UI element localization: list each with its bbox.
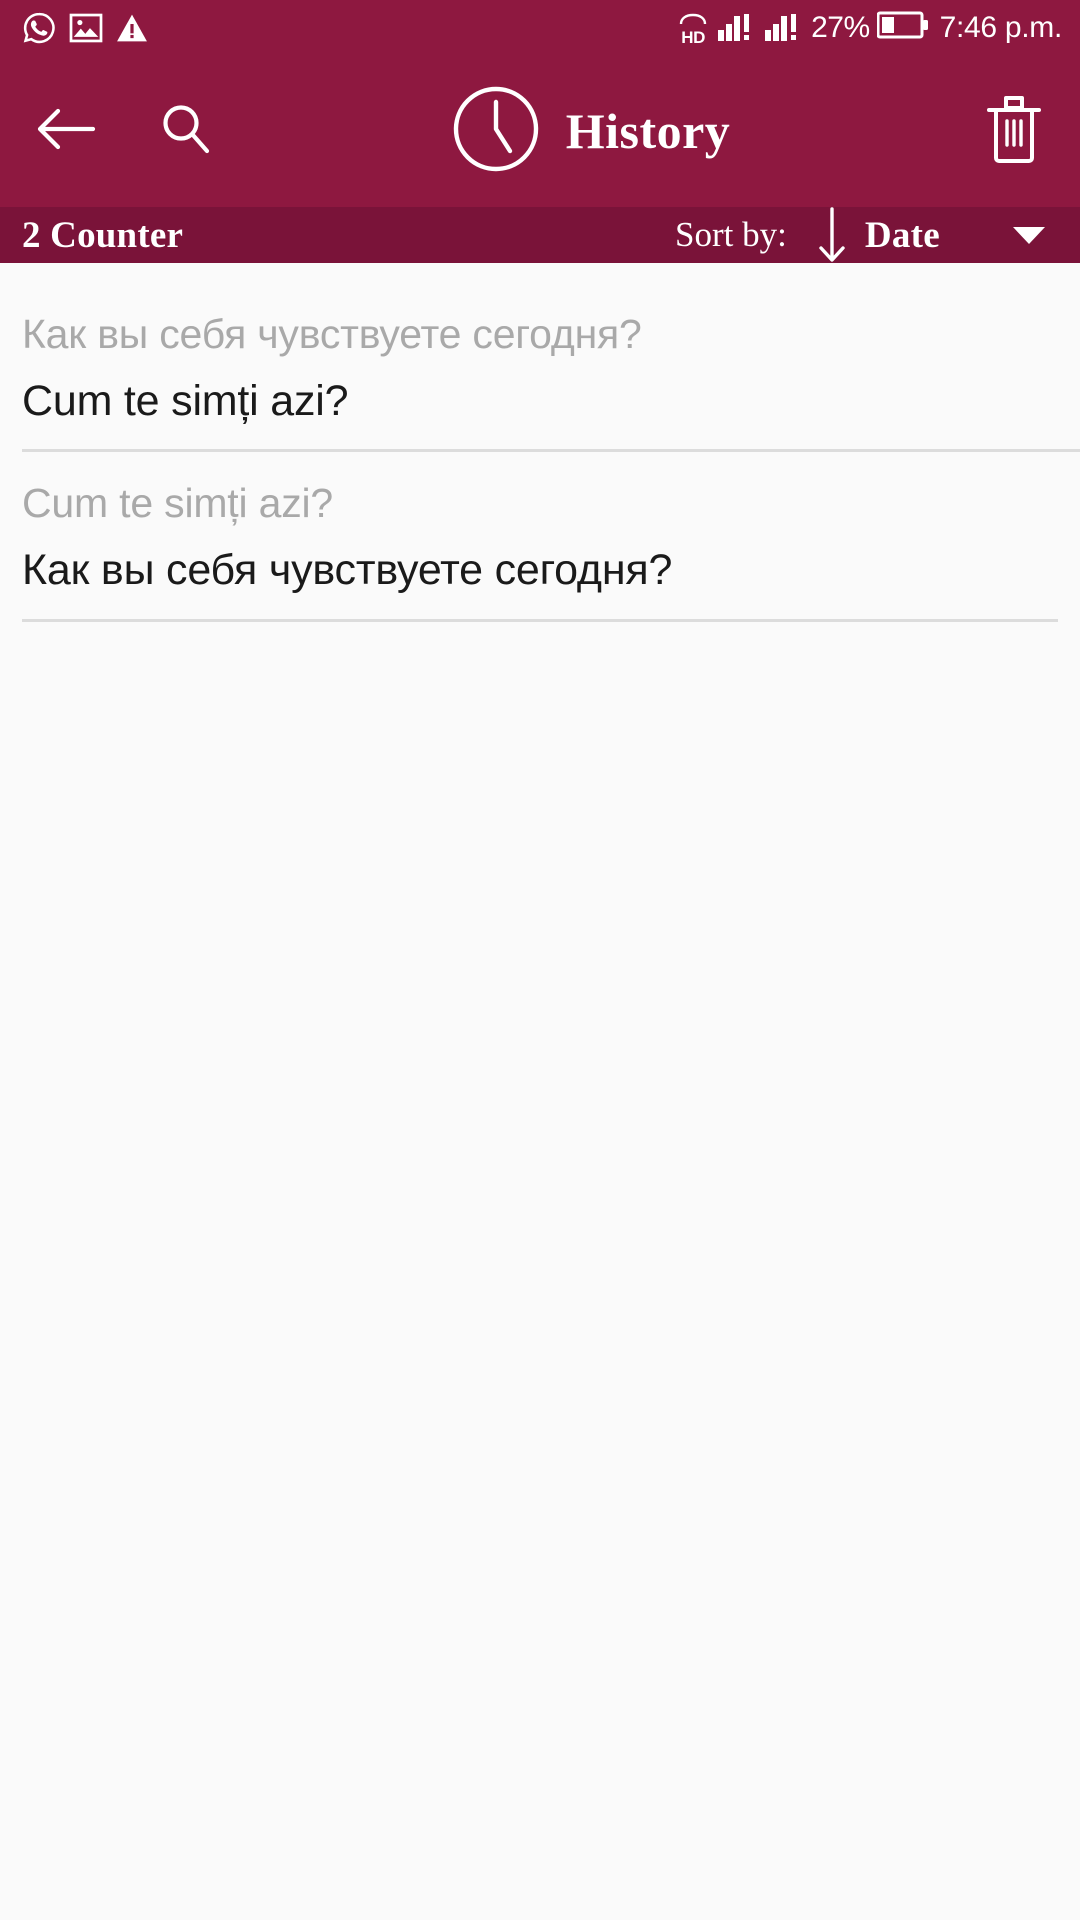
trash-icon xyxy=(984,94,1044,169)
history-source-text: Cum te simți azi? xyxy=(22,480,334,527)
signal-bars-sim1-icon xyxy=(717,8,757,47)
page-title: History xyxy=(565,103,731,159)
battery-icon xyxy=(876,10,929,45)
status-bar-time: 7:46 p.m. xyxy=(939,10,1063,44)
history-target-text: Cum te simți azi? xyxy=(22,377,349,426)
clock-icon xyxy=(452,85,540,178)
status-bar-left-icons xyxy=(22,11,148,45)
toolbar-title-group: History xyxy=(204,85,978,178)
history-target-text: Как вы себя чувствуете сегодня? xyxy=(22,546,673,595)
status-bar: HD 27% 7:46 p.m. xyxy=(0,0,1080,55)
history-counter-label: 2 Counter xyxy=(22,214,184,256)
back-button[interactable] xyxy=(28,93,104,169)
sort-by-label: Sort by: xyxy=(675,215,787,254)
app-toolbar: History xyxy=(0,55,1080,207)
whatsapp-icon xyxy=(22,11,56,45)
warning-icon xyxy=(116,13,148,43)
volte-hd-icon: HD xyxy=(676,13,710,47)
history-list-item[interactable]: Как вы себя чувствуете сегодня? Cum te s… xyxy=(0,303,1080,453)
sort-bar: 2 Counter Sort by: Date xyxy=(0,207,1080,263)
back-arrow-icon xyxy=(35,106,97,157)
image-icon xyxy=(69,13,103,43)
history-source-text: Как вы себя чувствуете сегодня? xyxy=(22,311,642,357)
status-bar-right-indicators: HD 27% 7:46 p.m. xyxy=(676,8,1062,47)
delete-history-button[interactable] xyxy=(978,93,1050,169)
sort-value-label[interactable]: Date xyxy=(865,214,940,257)
sort-controls[interactable]: Sort by: Date xyxy=(675,206,1046,264)
volte-hd-label: HD xyxy=(681,27,705,47)
caret-down-icon[interactable] xyxy=(1012,224,1046,246)
list-divider xyxy=(22,618,1058,622)
battery-percent-label: 27% xyxy=(811,10,870,44)
arrow-down-icon[interactable] xyxy=(815,206,849,264)
signal-bars-sim2-icon xyxy=(764,8,804,47)
history-list-item[interactable]: Cum te simți azi? Как вы себя чувствуете… xyxy=(0,452,1080,622)
history-list: Как вы себя чувствуете сегодня? Cum te s… xyxy=(0,263,1080,622)
